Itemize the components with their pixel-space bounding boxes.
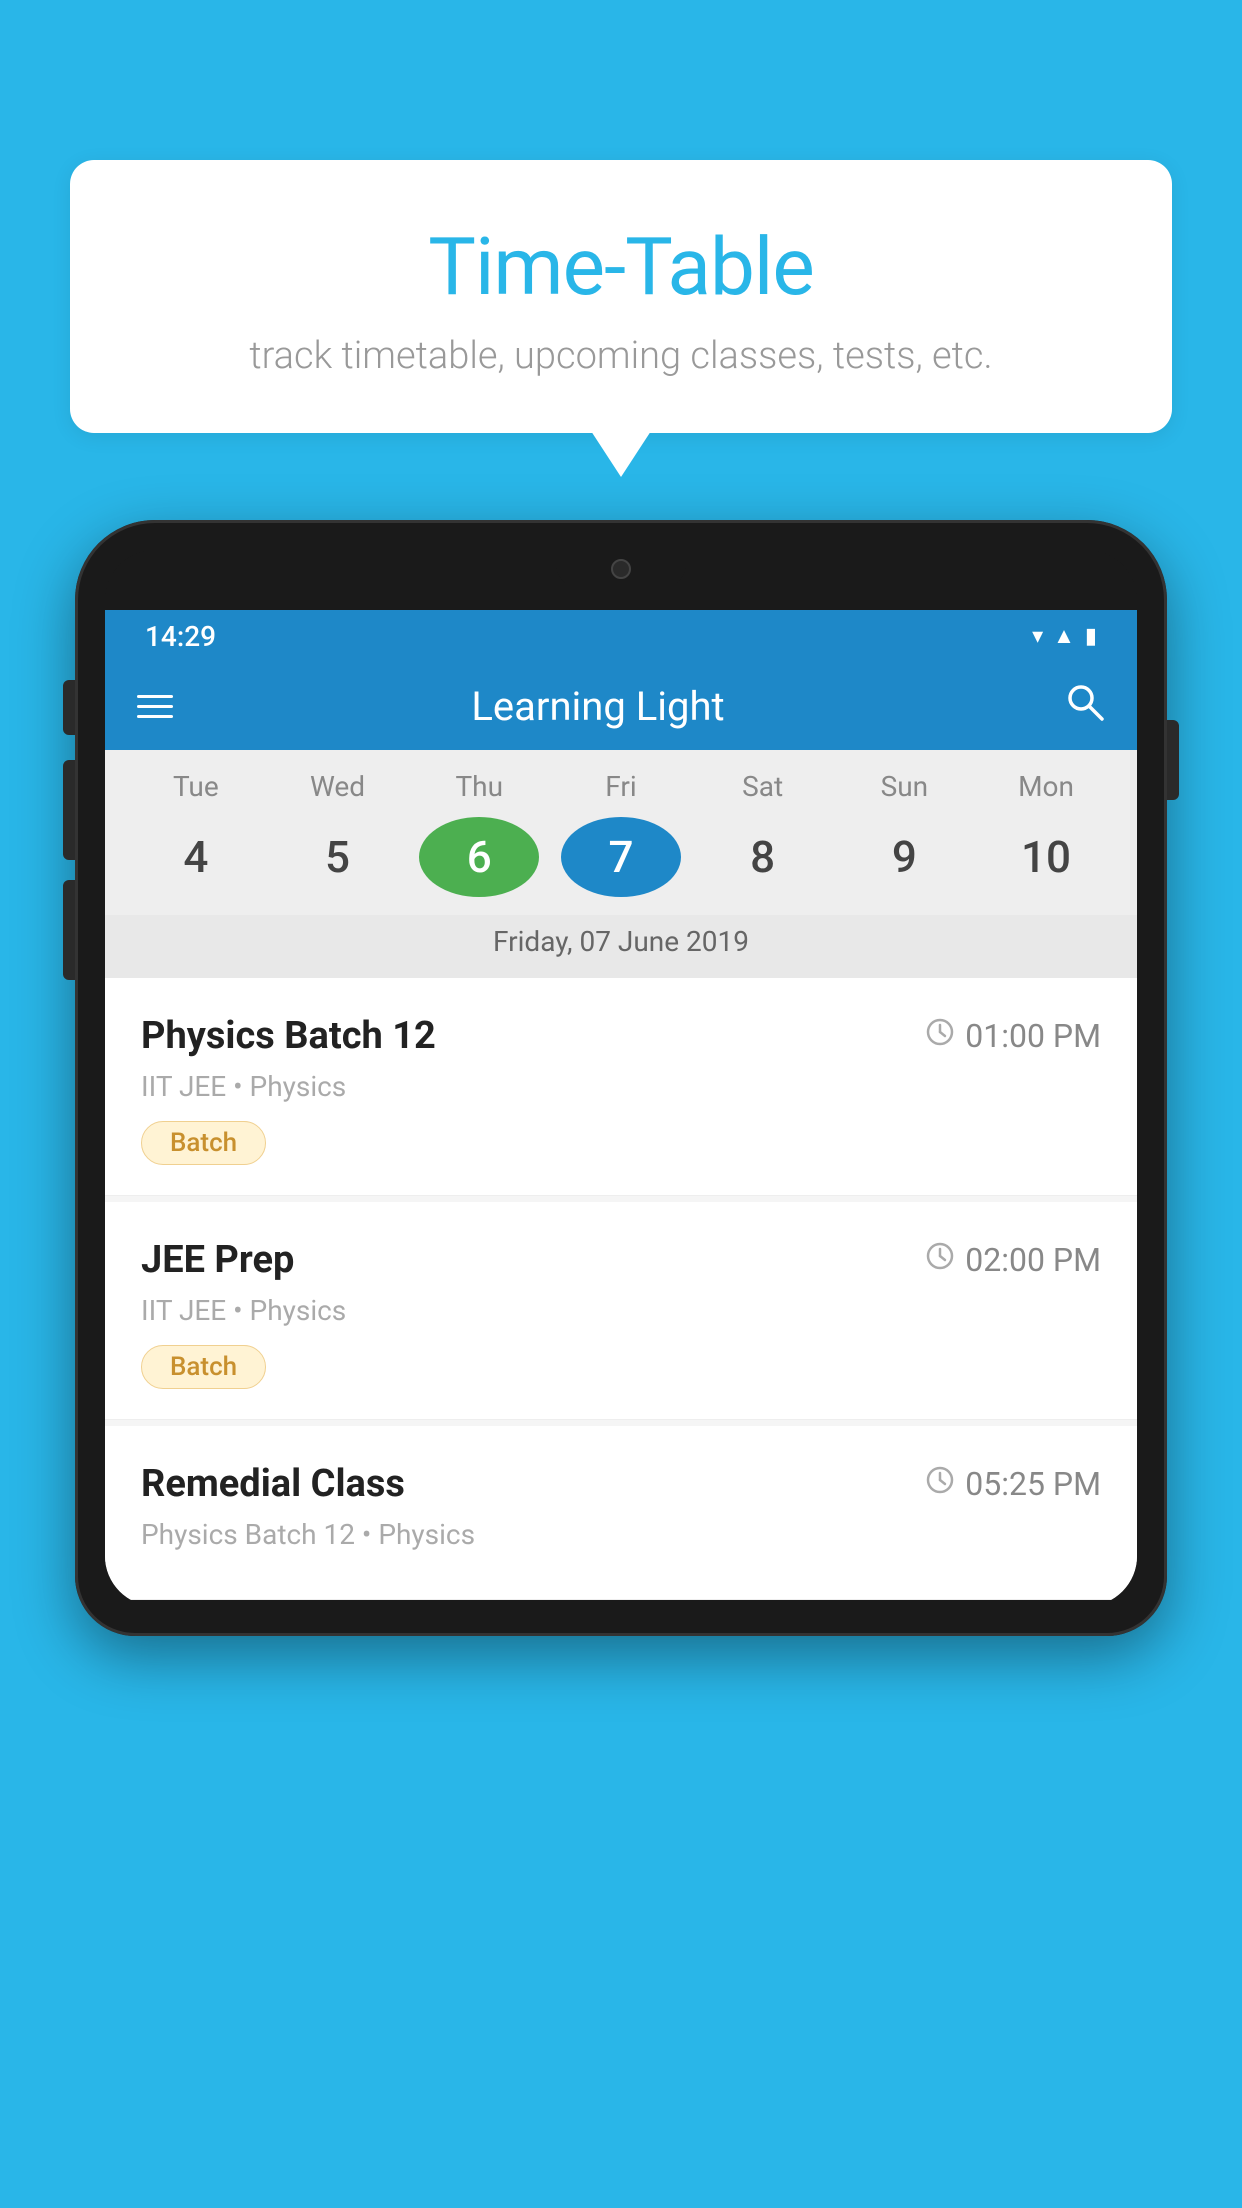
phone-top-bar	[105, 550, 1137, 610]
schedule-item-2-header: JEE Prep 02:00 PM	[141, 1238, 1101, 1282]
day-4[interactable]: 4	[136, 817, 256, 897]
phone-silent-button	[63, 680, 75, 735]
day-9[interactable]: 9	[844, 817, 964, 897]
date-label: Friday, 07 June 2019	[105, 915, 1137, 978]
schedule-item-1: Physics Batch 12 01:00 PM	[105, 978, 1137, 1196]
signal-icon: ▲	[1053, 623, 1075, 649]
day-headers: Tue Wed Thu Fri Sat Sun Mon	[105, 770, 1137, 817]
search-icon[interactable]	[1063, 680, 1105, 732]
day-header-sun: Sun	[844, 770, 964, 803]
day-header-sat: Sat	[703, 770, 823, 803]
phone-notch	[556, 550, 686, 588]
screen-inner: 14:29 ▾ ▲ ▮ Learning Light	[105, 610, 1137, 1606]
schedule-time-text-3: 05:25 PM	[965, 1465, 1101, 1503]
day-header-wed: Wed	[278, 770, 398, 803]
schedule-time-3: 05:25 PM	[925, 1465, 1101, 1503]
day-8[interactable]: 8	[703, 817, 823, 897]
clock-icon-3	[925, 1465, 955, 1503]
app-title: Learning Light	[205, 683, 991, 730]
schedule-subtitle-3: Physics Batch 12 • Physics	[141, 1518, 1101, 1551]
status-bar: 14:29 ▾ ▲ ▮	[105, 610, 1137, 662]
phone-frame: 14:29 ▾ ▲ ▮ Learning Light	[75, 520, 1167, 1636]
day-6-today[interactable]: 6	[419, 817, 539, 897]
schedule-title-2: JEE Prep	[141, 1238, 294, 1282]
day-7-selected[interactable]: 7	[561, 817, 681, 897]
day-10[interactable]: 10	[986, 817, 1106, 897]
wifi-icon: ▾	[1032, 624, 1043, 649]
phone-container: 14:29 ▾ ▲ ▮ Learning Light	[75, 520, 1167, 2208]
tooltip-container: Time-Table track timetable, upcoming cla…	[70, 160, 1172, 433]
status-icons: ▾ ▲ ▮	[1032, 623, 1097, 649]
battery-icon: ▮	[1085, 624, 1097, 649]
tooltip-bubble: Time-Table track timetable, upcoming cla…	[70, 160, 1172, 433]
day-header-fri: Fri	[561, 770, 681, 803]
tooltip-subtitle: track timetable, upcoming classes, tests…	[130, 334, 1112, 378]
schedule-item-2: JEE Prep 02:00 PM	[105, 1202, 1137, 1420]
clock-icon-2	[925, 1241, 955, 1279]
phone-volume-down-button	[63, 880, 75, 980]
batch-tag-1: Batch	[141, 1121, 266, 1165]
schedule-subtitle-2: IIT JEE • Physics	[141, 1294, 1101, 1327]
schedule-time-text-1: 01:00 PM	[965, 1017, 1101, 1055]
schedule-item-3: Remedial Class 05:25 PM	[105, 1426, 1137, 1600]
day-header-mon: Mon	[986, 770, 1106, 803]
tooltip-title: Time-Table	[130, 220, 1112, 314]
day-5[interactable]: 5	[278, 817, 398, 897]
schedule-time-2: 02:00 PM	[925, 1241, 1101, 1279]
phone-camera	[611, 559, 631, 579]
schedule-time-text-2: 02:00 PM	[965, 1241, 1101, 1279]
schedule-time-1: 01:00 PM	[925, 1017, 1101, 1055]
clock-icon-1	[925, 1017, 955, 1055]
calendar-strip: Tue Wed Thu Fri Sat Sun Mon 4 5 6 7 8 9 …	[105, 750, 1137, 978]
schedule-title-3: Remedial Class	[141, 1462, 405, 1506]
schedule-subtitle-1: IIT JEE • Physics	[141, 1070, 1101, 1103]
schedule-title-1: Physics Batch 12	[141, 1014, 436, 1058]
day-header-thu: Thu	[419, 770, 539, 803]
batch-tag-2: Batch	[141, 1345, 266, 1389]
day-header-tue: Tue	[136, 770, 256, 803]
day-numbers: 4 5 6 7 8 9 10	[105, 817, 1137, 915]
status-time: 14:29	[145, 620, 216, 653]
hamburger-menu-icon[interactable]	[137, 695, 173, 718]
schedule-item-1-header: Physics Batch 12 01:00 PM	[141, 1014, 1101, 1058]
phone-power-button	[1167, 720, 1179, 800]
schedule-item-3-header: Remedial Class 05:25 PM	[141, 1462, 1101, 1506]
schedule-list: Physics Batch 12 01:00 PM	[105, 978, 1137, 1600]
phone-volume-up-button	[63, 760, 75, 860]
app-toolbar: Learning Light	[105, 662, 1137, 750]
